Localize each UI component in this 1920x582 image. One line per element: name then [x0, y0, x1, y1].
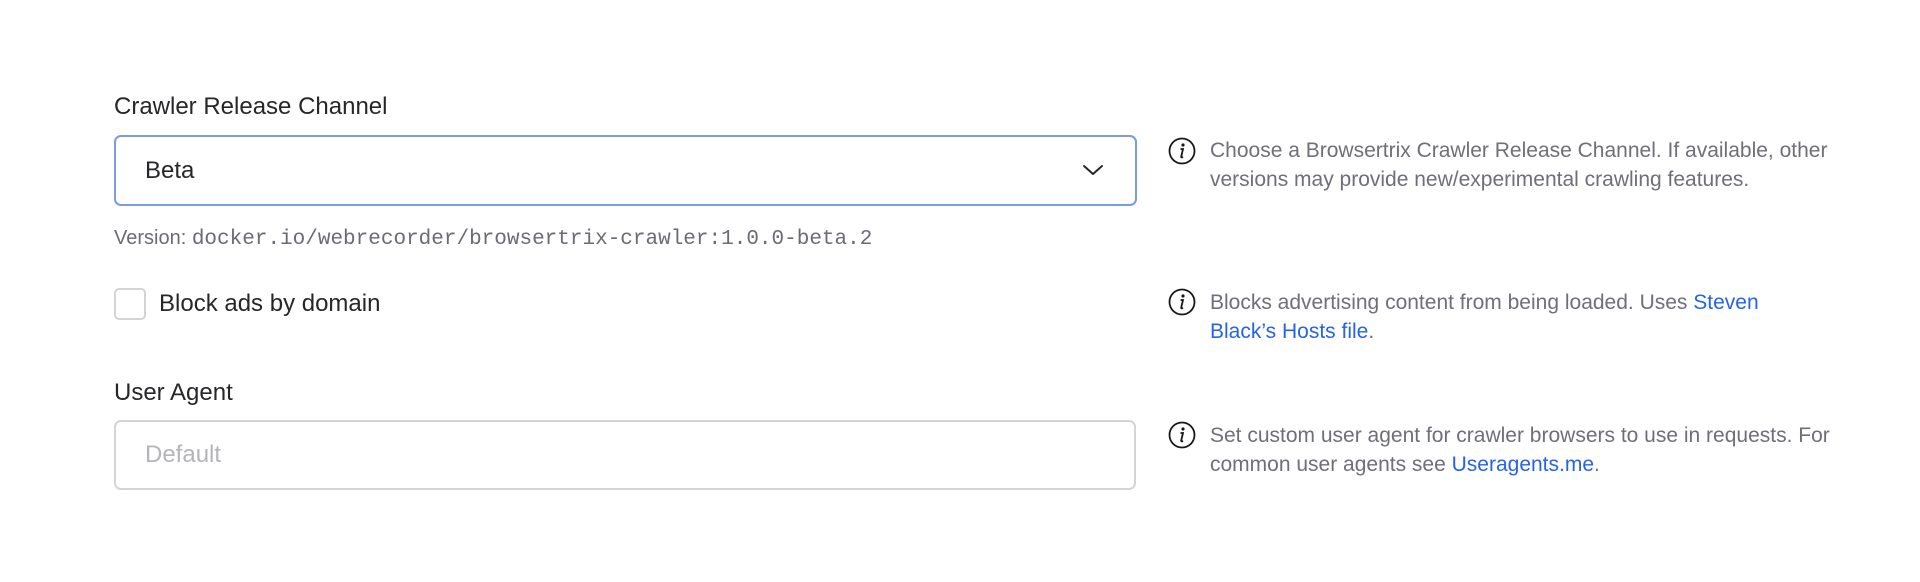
version-image: docker.io/webrecorder/browsertrix-crawle… [191, 228, 873, 251]
block-ads-checkbox[interactable] [114, 288, 146, 320]
release-channel-version: Version: docker.io/webrecorder/browsertr… [114, 224, 872, 254]
user-agent-input[interactable] [114, 420, 1136, 490]
user-agent-label: User Agent [114, 379, 233, 406]
info-circle-icon [1168, 137, 1196, 165]
release-channel-label: Crawler Release Channel [114, 93, 388, 120]
useragents-me-link[interactable]: Useragents.me [1452, 453, 1594, 476]
chevron-down-icon [1083, 165, 1103, 175]
release-channel-select[interactable]: Beta [114, 135, 1137, 206]
version-prefix: Version: [114, 227, 187, 249]
block-ads-help-period: . [1368, 320, 1375, 343]
release-channel-help: Choose a Browsertrix Crawler Release Cha… [1210, 139, 1828, 191]
info-circle-icon [1168, 421, 1196, 449]
info-circle-icon [1168, 288, 1196, 316]
release-channel-selected-value: Beta [145, 157, 195, 184]
block-ads-help-text: Blocks advertising content from being lo… [1210, 291, 1694, 314]
block-ads-help: Blocks advertising content from being lo… [1210, 288, 1830, 346]
user-agent-help: Set custom user agent for crawler browse… [1210, 421, 1830, 479]
block-ads-label[interactable]: Block ads by domain [159, 290, 380, 318]
user-agent-help-period: . [1594, 453, 1600, 476]
